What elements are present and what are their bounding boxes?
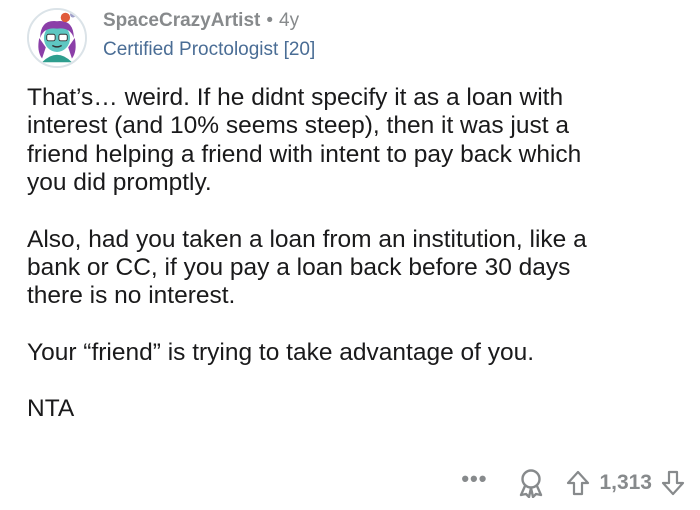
comment-paragraph: Your “friend” is trying to take advantag… — [27, 338, 535, 366]
comment-author[interactable]: SpaceCrazyArtist • 4y — [103, 10, 299, 32]
avatar[interactable] — [27, 8, 87, 68]
username[interactable]: SpaceCrazyArtist — [103, 10, 260, 31]
more-icon[interactable]: ••• — [461, 468, 487, 492]
user-flair: Certified Proctologist [20] — [103, 39, 316, 60]
comment-age: 4y — [279, 10, 300, 31]
award-icon[interactable] — [517, 468, 545, 498]
avatar-image — [29, 10, 85, 66]
comment-paragraph: Also, had you taken a loan from an insti… — [27, 225, 587, 310]
vote-score: 1,313 — [599, 471, 652, 494]
upvote-icon[interactable] — [565, 469, 591, 497]
comment-paragraph: That’s… weird. If he didnt specify it as… — [27, 84, 582, 197]
comment-paragraph: NTA — [27, 395, 75, 423]
separator-dot: • — [266, 10, 273, 31]
comment-body: That’s… weird. If he didnt specify it as… — [27, 84, 687, 452]
downvote-icon[interactable] — [660, 469, 686, 497]
comment-actions: ••• 1,313 — [461, 466, 686, 500]
